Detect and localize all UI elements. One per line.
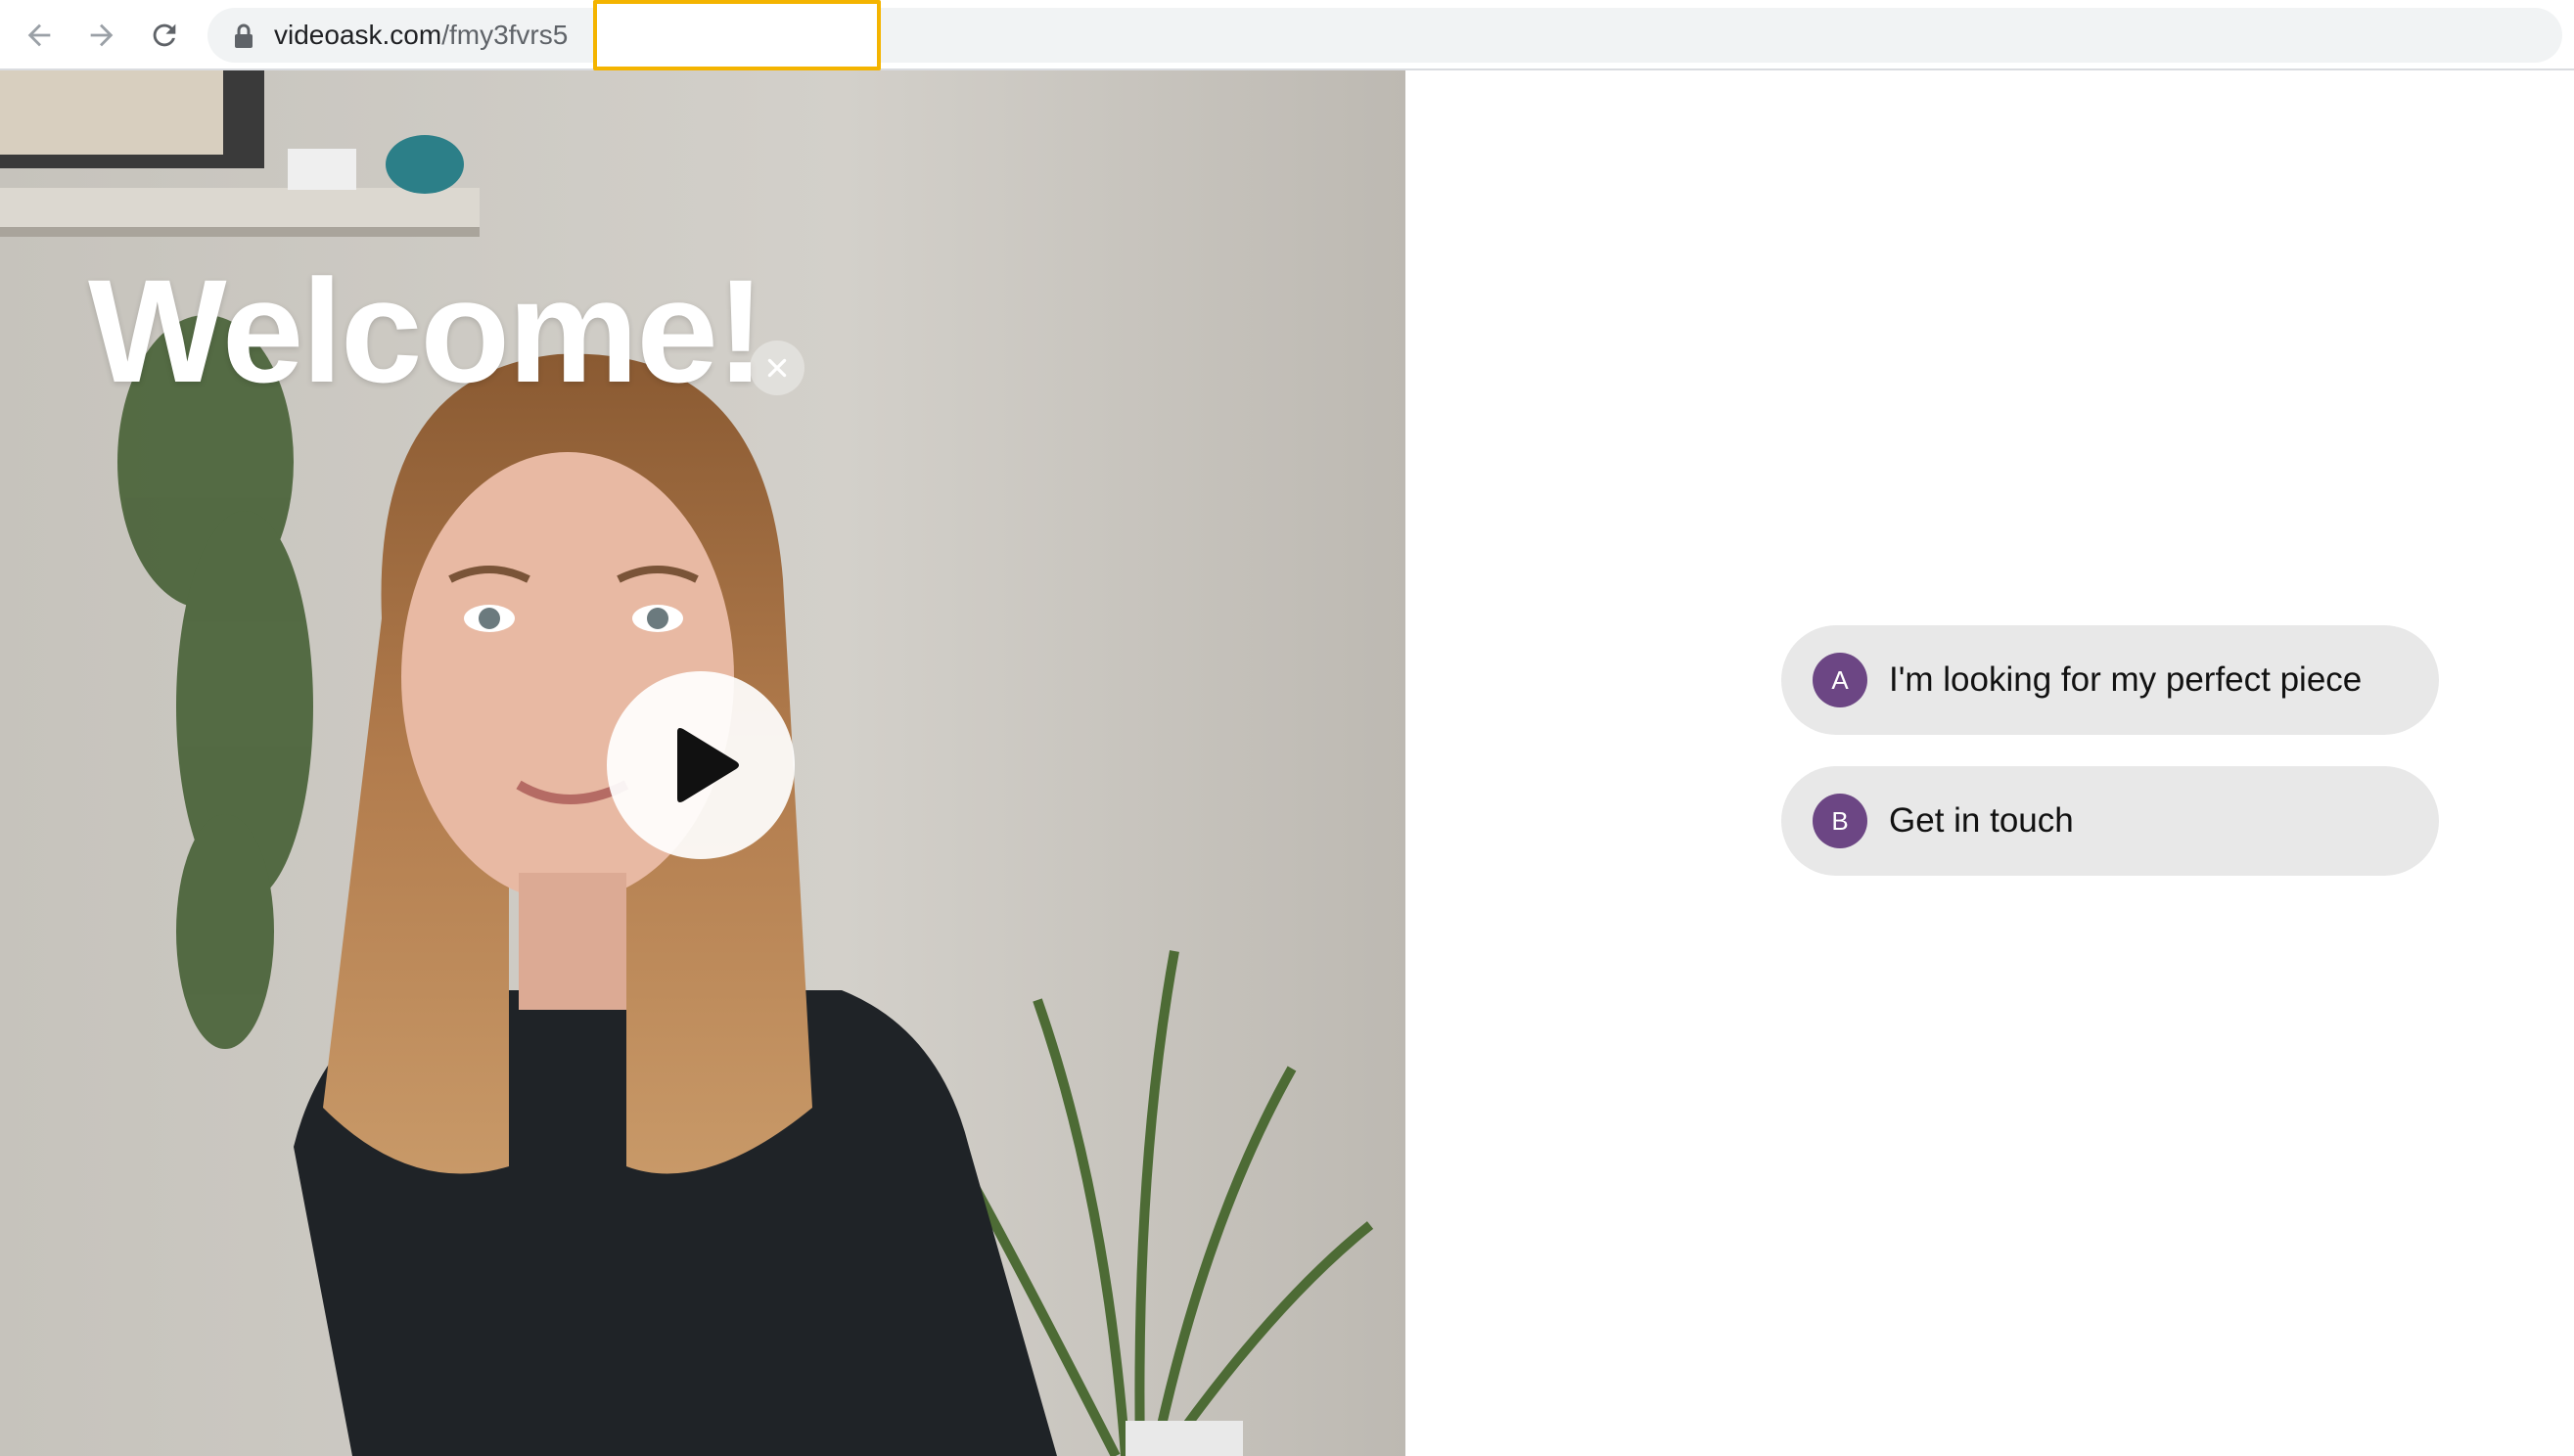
url-path: /fmy3fvrs5 (441, 20, 569, 50)
play-button[interactable] (607, 671, 795, 859)
browser-toolbar: videoask.com/fmy3fvrs5 (0, 0, 2574, 70)
close-icon (767, 358, 787, 378)
option-a[interactable]: A I'm looking for my perfect piece (1781, 625, 2439, 735)
option-b-label: Get in touch (1889, 801, 2074, 840)
highlight-box (593, 0, 881, 70)
url-text: videoask.com/fmy3fvrs5 (274, 8, 568, 63)
lock-icon (235, 23, 253, 48)
video-player[interactable]: Welcome! (0, 70, 1405, 1456)
option-b-badge: B (1813, 794, 1867, 848)
arrow-right-icon (90, 23, 114, 47)
back-button[interactable] (18, 14, 61, 57)
reload-icon (153, 23, 176, 47)
answer-panel: A I'm looking for my perfect piece B Get… (1405, 70, 2574, 1456)
arrow-left-icon (27, 23, 51, 47)
option-a-label: I'm looking for my perfect piece (1889, 660, 2363, 699)
option-b[interactable]: B Get in touch (1781, 766, 2439, 876)
close-button[interactable] (750, 341, 804, 395)
welcome-title: Welcome! (88, 249, 765, 413)
reload-button[interactable] (143, 14, 186, 57)
address-bar[interactable]: videoask.com/fmy3fvrs5 (207, 8, 2562, 63)
forward-button[interactable] (80, 14, 123, 57)
url-host: videoask.com (274, 20, 442, 50)
play-icon (677, 728, 739, 802)
option-a-badge: A (1813, 653, 1867, 707)
